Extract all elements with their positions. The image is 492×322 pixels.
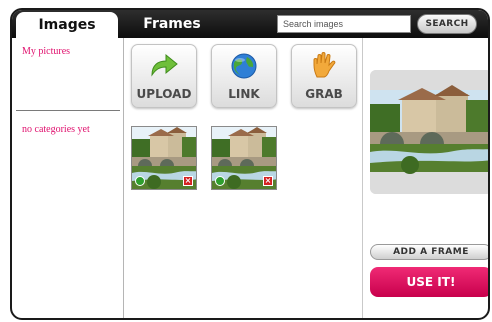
globe-icon <box>231 53 257 79</box>
sidebar: My pictures no categories yet <box>12 38 124 318</box>
preview-photo <box>370 70 488 194</box>
image-thumbnail[interactable]: × <box>131 126 197 190</box>
hand-icon <box>313 52 336 78</box>
link-button[interactable]: LINK <box>211 44 277 108</box>
grab-button[interactable]: GRAB <box>291 44 357 108</box>
image-preview <box>370 70 488 194</box>
tab-images[interactable]: Images <box>16 12 118 38</box>
delete-icon[interactable]: × <box>263 176 273 186</box>
add-frame-button[interactable]: ADD A FRAME <box>370 244 488 260</box>
tab-frames[interactable]: Frames <box>124 12 220 36</box>
arrow-icon <box>151 53 178 77</box>
upload-button[interactable]: UPLOAD <box>131 44 197 108</box>
search-input[interactable] <box>277 15 411 33</box>
sidebar-item-my-pictures[interactable]: My pictures <box>22 46 70 57</box>
sidebar-item-no-categories: no categories yet <box>22 124 90 135</box>
image-picker-window: Images Frames SEARCH My pictures no cate… <box>10 8 490 320</box>
image-thumbnail[interactable]: × <box>211 126 277 190</box>
image-gallery: UPLOAD LINK GRAB × × <box>125 38 363 318</box>
use-it-button[interactable]: USE IT! <box>370 267 488 297</box>
top-bar: Images Frames SEARCH <box>12 10 488 38</box>
grab-label: GRAB <box>305 87 343 101</box>
select-badge-icon[interactable] <box>215 176 225 186</box>
upload-label: UPLOAD <box>136 87 192 101</box>
search-button[interactable]: SEARCH <box>417 14 477 34</box>
link-label: LINK <box>228 87 260 101</box>
sidebar-divider <box>16 110 120 111</box>
select-badge-icon[interactable] <box>135 176 145 186</box>
delete-icon[interactable]: × <box>183 176 193 186</box>
